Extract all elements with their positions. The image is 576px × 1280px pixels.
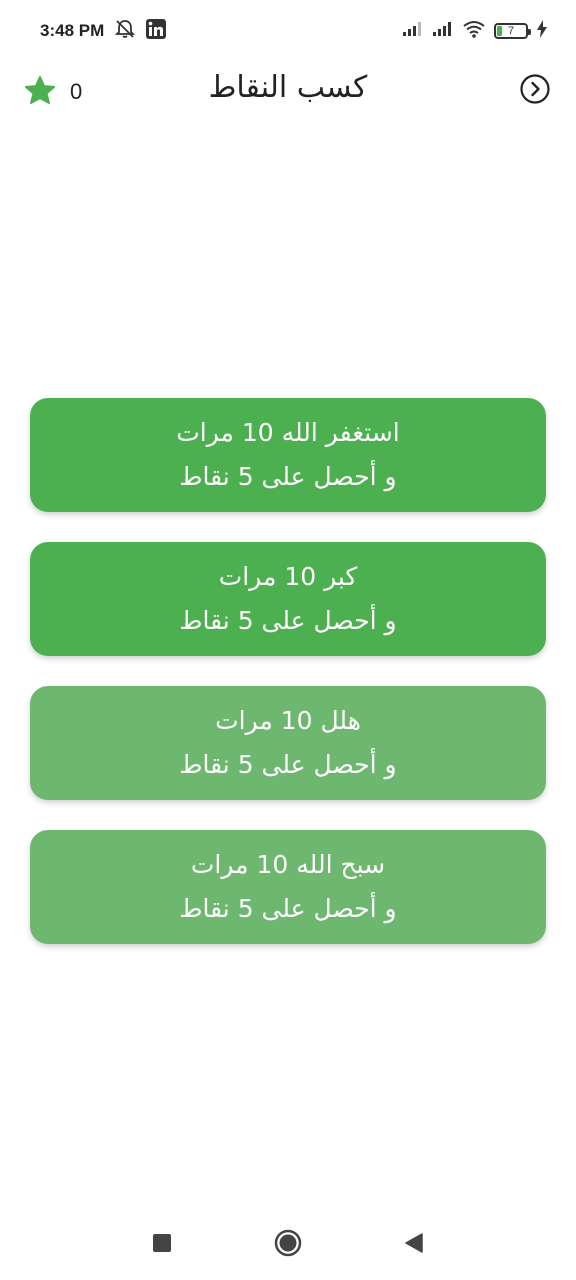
recents-button[interactable] bbox=[142, 1225, 182, 1265]
task-list: استغفر الله 10 مرات و أحصل على 5 نقاط كب… bbox=[30, 398, 546, 944]
linkedin-icon bbox=[146, 19, 167, 43]
battery-level: 7 bbox=[507, 25, 515, 37]
task-reward: و أحصل على 5 نقاط bbox=[179, 750, 397, 779]
forward-button[interactable] bbox=[518, 74, 552, 108]
task-title: هلل 10 مرات bbox=[215, 706, 361, 735]
task-title: كبر 10 مرات bbox=[218, 562, 358, 591]
alarm-off-icon bbox=[114, 18, 136, 44]
task-reward: و أحصل على 5 نقاط bbox=[179, 894, 397, 923]
app-bar: 0 كسب النقاط bbox=[0, 62, 576, 122]
charging-icon bbox=[536, 20, 548, 42]
status-left: 3:48 PM bbox=[40, 18, 167, 44]
task-reward: و أحصل على 5 نقاط bbox=[179, 462, 397, 491]
status-bar: 3:48 PM 7 bbox=[0, 0, 576, 62]
signal-icon bbox=[402, 21, 424, 41]
circle-chevron-right-icon bbox=[519, 73, 551, 109]
recents-square-icon bbox=[152, 1233, 172, 1257]
task-card-takbir[interactable]: كبر 10 مرات و أحصل على 5 نقاط bbox=[30, 542, 546, 656]
task-card-tasbih[interactable]: سبح الله 10 مرات و أحصل على 5 نقاط bbox=[30, 830, 546, 944]
task-reward: و أحصل على 5 نقاط bbox=[179, 606, 397, 635]
task-title: سبح الله 10 مرات bbox=[190, 850, 386, 879]
battery-icon: 7 bbox=[494, 23, 531, 39]
task-card-tahlil[interactable]: هلل 10 مرات و أحصل على 5 نقاط bbox=[30, 686, 546, 800]
screen: 3:48 PM 7 0 كسب النقاط استغفر الله 10 مر… bbox=[0, 0, 576, 1280]
system-nav-bar bbox=[0, 1210, 576, 1280]
page-title: كسب النقاط bbox=[208, 70, 368, 105]
task-title: استغفر الله 10 مرات bbox=[176, 418, 400, 447]
status-right: 7 bbox=[402, 20, 548, 42]
status-time: 3:48 PM bbox=[40, 21, 105, 40]
back-triangle-icon bbox=[403, 1232, 425, 1258]
signal-icon bbox=[432, 21, 454, 41]
battery-fill bbox=[497, 26, 502, 36]
home-circle-icon bbox=[273, 1228, 303, 1262]
task-card-istighfar[interactable]: استغفر الله 10 مرات و أحصل على 5 نقاط bbox=[30, 398, 546, 512]
back-button[interactable] bbox=[394, 1225, 434, 1265]
wifi-icon bbox=[462, 20, 486, 42]
home-button[interactable] bbox=[268, 1225, 308, 1265]
